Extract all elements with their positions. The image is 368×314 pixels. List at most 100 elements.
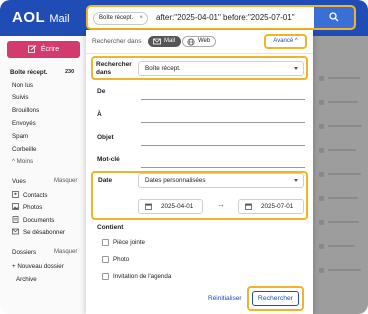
list-item-marker [319, 268, 324, 273]
search-in-field-label: Rechercher dans [96, 61, 132, 76]
app-window: AOL Mail Boîte récept. × after:"2025-04-… [0, 0, 368, 314]
search-submit-button[interactable]: Rechercher [252, 291, 299, 306]
web-toggle-label: Web [198, 38, 211, 44]
advanced-search-panel: Rechercher dans Mail Web Avancé ^ Recher… [86, 30, 313, 314]
mail-toggle-label: Mail [164, 38, 176, 44]
view-unsubscribe[interactable]: Se désabonner [12, 228, 65, 236]
contacts-icon [12, 191, 19, 198]
end-date-value: 2025-07-01 [261, 203, 294, 210]
list-item-marker [319, 220, 324, 225]
advanced-toggle-button[interactable]: Avancé ^ [264, 34, 307, 49]
contains-label: Contient [97, 224, 124, 231]
globe-icon [187, 38, 195, 46]
email-list-overlay [313, 36, 368, 314]
view-photos[interactable]: Photos [12, 203, 42, 211]
folder-select[interactable]: Boîte récept. [138, 61, 304, 76]
sidebar-item-spam[interactable]: Spam [12, 133, 28, 140]
from-input[interactable] [141, 99, 305, 100]
sidebar-item-sent[interactable]: Envoyés [12, 120, 36, 127]
sidebar-item-archive[interactable]: Archive [16, 276, 37, 283]
list-item-line [328, 197, 358, 199]
end-date-input[interactable]: 2025-07-01 [238, 199, 304, 214]
folders-hide-button[interactable]: Masquer [54, 249, 77, 255]
search-icon [329, 12, 339, 22]
show-less-toggle[interactable]: ^ Moins [12, 158, 33, 165]
checkbox-box [102, 239, 109, 246]
sidebar-item-inbox[interactable]: Boîte récept. [10, 69, 47, 76]
compose-button[interactable]: Écrire [7, 41, 80, 58]
list-item-line [328, 221, 359, 223]
list-item-line [328, 149, 356, 151]
divider [86, 53, 313, 54]
compose-label: Écrire [40, 46, 60, 53]
sidebar-item-starred[interactable]: Suivis [12, 94, 29, 101]
view-contacts[interactable]: Contacts [12, 191, 47, 199]
chevron-down-icon [294, 67, 298, 70]
unsubscribe-label: Se désabonner [23, 229, 65, 236]
folder-select-value: Boîte récept. [145, 65, 181, 72]
list-item-line [328, 101, 358, 103]
sidebar-item-unread[interactable]: Non lus [12, 82, 33, 89]
list-item-line [328, 125, 362, 127]
list-item-marker [319, 76, 324, 81]
unsubscribe-icon [12, 228, 19, 235]
search-button[interactable] [314, 7, 354, 28]
list-item-line [328, 173, 361, 175]
arrow-right-icon: → [217, 200, 225, 209]
keyword-input[interactable] [141, 167, 305, 168]
chevron-down-icon [294, 179, 298, 182]
date-label: Date [98, 177, 113, 184]
scope-chip[interactable]: Boîte récept. × [93, 12, 149, 25]
list-item-line [328, 269, 361, 271]
to-input[interactable] [141, 122, 305, 123]
calendar-invite-label: Invitation de l'agenda [113, 273, 172, 280]
views-section-label: Vues [12, 178, 26, 185]
photo-label: Photo [113, 256, 130, 263]
folders-section-label: Dossiers [12, 249, 37, 256]
search-in-label: Rechercher dans [92, 38, 142, 45]
start-date-value: 2025-04-01 [161, 203, 194, 210]
reset-button[interactable]: Réinitialiser [208, 295, 242, 302]
calendar-icon [245, 203, 252, 210]
list-item-marker [319, 100, 324, 105]
list-item-marker [319, 172, 324, 177]
sidebar-item-drafts[interactable]: Brouillons [12, 107, 39, 114]
sidebar: Écrire Boîte récept. 230 Non lus Suivis … [0, 36, 85, 314]
new-folder-button[interactable]: + Nouveau dossier [12, 263, 64, 270]
keyword-label: Mot-clé [97, 156, 120, 163]
calendar-icon [145, 203, 152, 210]
logo-brand: AOL [12, 9, 46, 26]
mail-icon [153, 38, 161, 45]
inbox-label: Boîte récept. [10, 69, 48, 76]
inbox-count-badge: 230 [65, 69, 75, 75]
checkbox-box [102, 256, 109, 263]
compose-icon [27, 45, 37, 53]
view-documents[interactable]: Documents [12, 216, 54, 224]
list-item-line [328, 77, 360, 79]
submit-highlight: Rechercher [247, 286, 304, 311]
list-item-marker [319, 124, 324, 129]
list-item-line [328, 245, 355, 247]
search-input[interactable]: after:"2025-04-01" before:"2025-07-01" [156, 13, 295, 22]
from-label: De [97, 88, 106, 95]
attachment-label: Pièce jointe [113, 239, 145, 246]
chip-close-icon[interactable]: × [140, 13, 144, 24]
photos-icon [12, 203, 19, 210]
views-hide-button[interactable]: Masquer [54, 178, 77, 184]
date-range-select[interactable]: Dates personnalisées [138, 173, 304, 188]
subject-input[interactable] [141, 145, 305, 146]
search-bar[interactable]: Boîte récept. × after:"2025-04-01" befor… [86, 5, 356, 30]
list-item-marker [319, 148, 324, 153]
contacts-label: Contacts [23, 192, 48, 199]
mail-toggle[interactable]: Mail [148, 36, 182, 47]
documents-icon [12, 216, 19, 223]
logo-product: Mail [49, 13, 70, 25]
web-toggle[interactable]: Web [182, 36, 217, 47]
checkbox-box [102, 273, 109, 280]
subject-label: Objet [97, 134, 114, 141]
sidebar-item-trash[interactable]: Corbeille [12, 146, 36, 153]
start-date-input[interactable]: 2025-04-01 [138, 199, 203, 214]
scope-chip-label: Boîte récept. [99, 15, 134, 21]
aol-mail-logo[interactable]: AOL Mail [12, 9, 70, 26]
list-item-marker [319, 196, 324, 201]
